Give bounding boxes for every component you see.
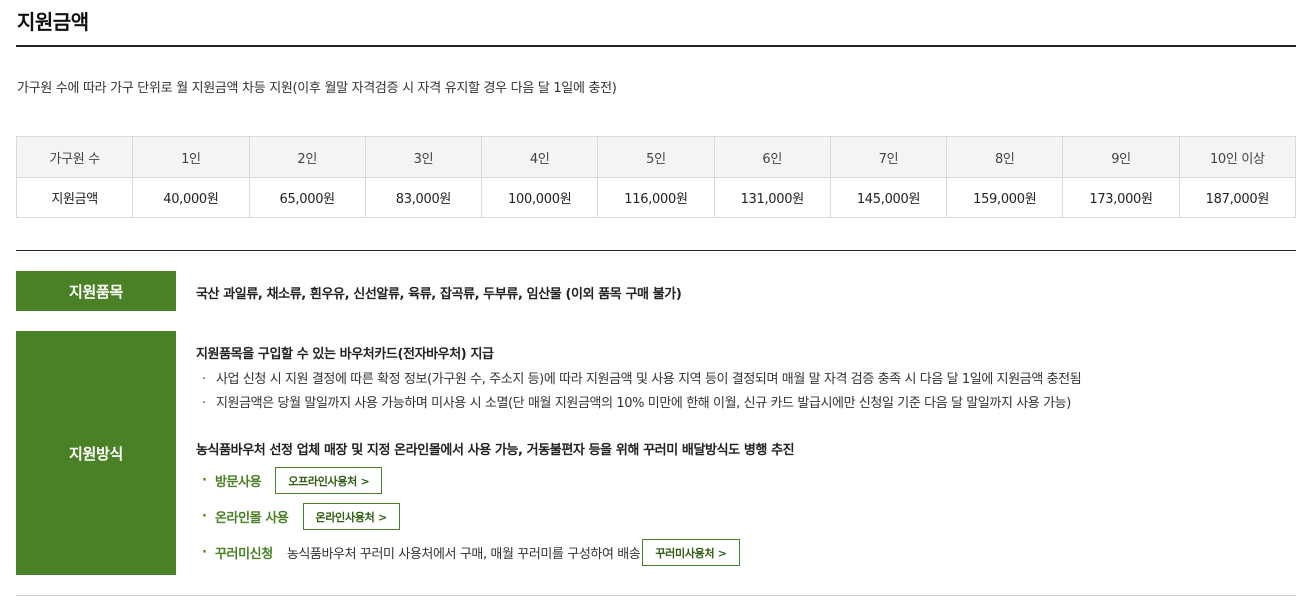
- bullet-mark: ·: [202, 545, 207, 560]
- use-row-online: · 온라인몰 사용 온라인사용처 >: [202, 503, 400, 530]
- page-title: 지원금액: [17, 10, 89, 34]
- table-cell: 83,000원: [364, 177, 483, 218]
- use-row-visit: · 방문사용 오프라인사용처 >: [202, 467, 383, 494]
- section-divider: [16, 250, 1296, 251]
- table-header-row: 가구원 수 1인 2인 3인 4인 5인 6인 7인 8인 9인 10인 이상: [15, 136, 1297, 178]
- online-stores-button[interactable]: 온라인사용처 >: [302, 503, 400, 530]
- table-cell: 40,000원: [132, 177, 250, 218]
- table-cell: 65,000원: [248, 177, 366, 218]
- table-header-cell: 8인: [946, 136, 1064, 178]
- items-label: 지원품목: [16, 271, 176, 311]
- table-cell: 187,000원: [1178, 177, 1297, 218]
- method-heading-usage: 농식품바우처 선정 업체 매장 및 지정 온라인몰에서 사용 가능, 거동불편자…: [196, 443, 795, 458]
- table-cell: 지원금액: [15, 177, 134, 218]
- table-cell: 159,000원: [946, 177, 1064, 218]
- offline-stores-button[interactable]: 오프라인사용처 >: [275, 467, 383, 494]
- table-cell: 116,000원: [597, 177, 715, 218]
- bullet-mark: ·: [202, 509, 207, 524]
- table-header-cell: 6인: [713, 136, 831, 178]
- use-desc-package: 농식품바우처 꾸러미 사용처에서 구매, 매월 꾸러미를 구성하여 배송: [286, 547, 641, 562]
- table-header-cell: 4인: [481, 136, 599, 178]
- use-label-online: 온라인몰 사용: [215, 511, 289, 526]
- method-label: 지원방식: [16, 331, 176, 575]
- bottom-divider: [16, 595, 1296, 596]
- bullet-text: 사업 신청 시 지원 결정에 따른 확정 정보(가구원 수, 주소지 등)에 따…: [216, 372, 1082, 387]
- bullet-mark: ·: [202, 473, 207, 488]
- list-item: · 사업 신청 시 지원 결정에 따른 확정 정보(가구원 수, 주소지 등)에 …: [202, 368, 1082, 387]
- bullet-mark: ·: [202, 396, 206, 411]
- use-row-package: · 꾸러미신청 농식품바우처 꾸러미 사용처에서 구매, 매월 꾸러미를 구성하…: [202, 539, 740, 566]
- table-header-cell: 2인: [248, 136, 366, 178]
- table-header-cell: 10인 이상: [1178, 136, 1297, 178]
- support-amount-table: 가구원 수 1인 2인 3인 4인 5인 6인 7인 8인 9인 10인 이상 …: [15, 136, 1297, 218]
- use-label-package: 꾸러미신청: [215, 547, 273, 562]
- table-header-cell: 7인: [829, 136, 948, 178]
- table-header-cell: 1인: [132, 136, 250, 178]
- list-item: · 지원금액은 당월 말일까지 사용 가능하며 미사용 시 소멸(단 매월 지원금…: [202, 392, 1071, 411]
- table-header-cell: 9인: [1062, 136, 1180, 178]
- table-cell: 100,000원: [481, 177, 599, 218]
- table-header-cell: 5인: [597, 136, 715, 178]
- table-header-cell: 3인: [364, 136, 483, 178]
- method-heading-voucher: 지원품목을 구입할 수 있는 바우처카드(전자바우처) 지급: [196, 347, 494, 362]
- table-header-cell: 가구원 수: [15, 136, 134, 178]
- use-label-visit: 방문사용: [215, 475, 262, 490]
- table-row: 지원금액 40,000원 65,000원 83,000원 100,000원 11…: [15, 177, 1297, 218]
- table-cell: 173,000원: [1062, 177, 1180, 218]
- table-cell: 131,000원: [713, 177, 831, 218]
- bullet-text: 지원금액은 당월 말일까지 사용 가능하며 미사용 시 소멸(단 매월 지원금액…: [216, 396, 1071, 411]
- intro-text: 가구원 수에 따라 가구 단위로 월 지원금액 차등 지원(이후 월말 자격검증…: [17, 81, 617, 96]
- title-divider: [16, 45, 1296, 47]
- table-cell: 145,000원: [829, 177, 948, 218]
- items-text: 국산 과일류, 채소류, 흰우유, 신선알류, 육류, 잡곡류, 두부류, 임산…: [196, 287, 682, 302]
- package-stores-button[interactable]: 꾸러미사용처 >: [642, 539, 740, 566]
- bullet-mark: ·: [202, 372, 206, 387]
